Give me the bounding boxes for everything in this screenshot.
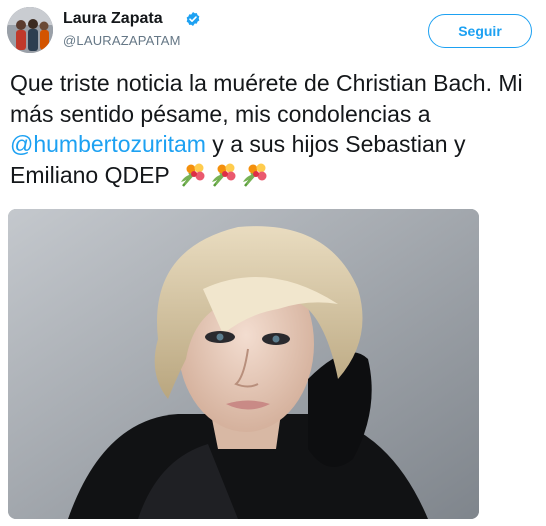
user-handle[interactable]: @LAURAZAPATAM xyxy=(63,33,181,49)
bouquet-icon xyxy=(242,163,267,187)
verified-badge-icon xyxy=(186,12,200,26)
avatar[interactable] xyxy=(7,7,53,53)
bouquet-icon xyxy=(180,163,205,187)
profile-photo-icon xyxy=(7,7,53,53)
tweet-photo[interactable] xyxy=(8,209,479,519)
tweet-text: Que triste noticia la muérete de Christi… xyxy=(10,68,540,190)
portrait-photo-icon xyxy=(8,209,479,519)
display-name[interactable]: Laura Zapata xyxy=(63,9,163,29)
bouquet-icon xyxy=(211,163,236,187)
tweet-card: Laura Zapata @LAURAZAPATAM Seguir Que tr… xyxy=(0,0,546,526)
follow-button[interactable]: Seguir xyxy=(428,14,532,48)
mention-link[interactable]: @humbertozuritam xyxy=(10,131,206,157)
tweet-text-body: Que triste noticia la muérete de Christi… xyxy=(10,70,523,127)
